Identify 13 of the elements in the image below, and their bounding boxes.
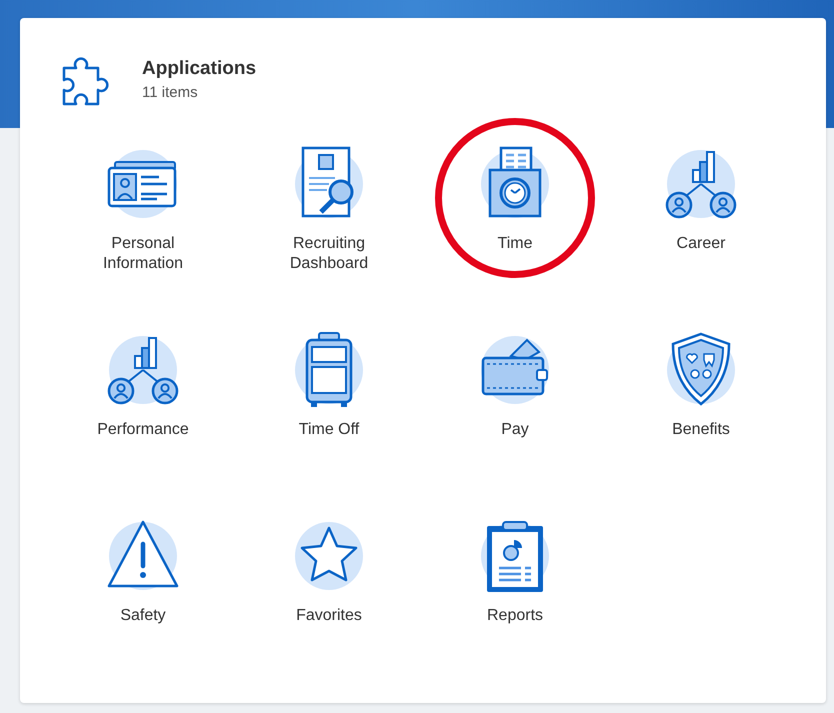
app-button[interactable]: Personal Information (68, 116, 218, 274)
app-button[interactable]: Favorites (254, 488, 404, 626)
app-button[interactable]: Safety (68, 488, 218, 626)
app-button[interactable]: Time Off (254, 302, 404, 440)
app-button[interactable]: Benefits (626, 302, 776, 440)
app-button[interactable]: Pay (440, 302, 590, 440)
card-title: Applications (142, 58, 256, 80)
app-button[interactable]: Performance (68, 302, 218, 440)
item-count: 11 items (142, 84, 199, 101)
app-button[interactable]: Recruiting Dashboard (254, 116, 404, 274)
app-button[interactable]: Career (626, 116, 776, 254)
app-button[interactable]: Time (440, 116, 590, 254)
app-button[interactable]: Reports (440, 488, 590, 626)
